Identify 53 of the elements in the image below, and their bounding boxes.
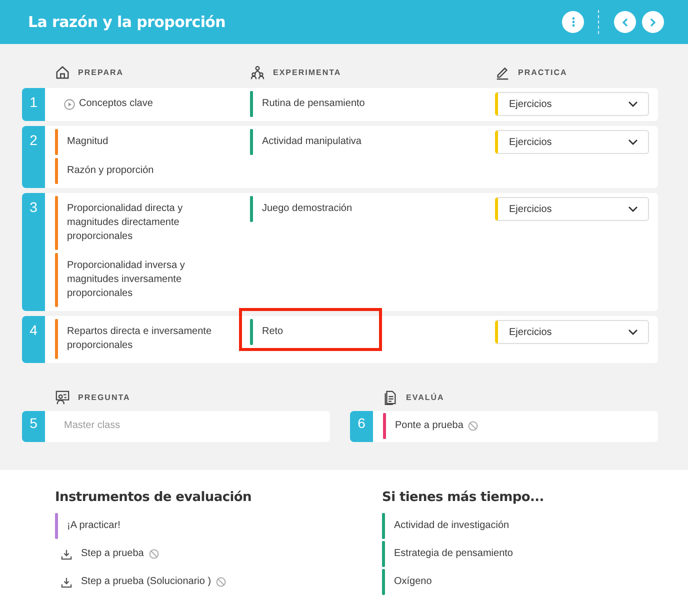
activity-link[interactable]: Step a prueba (Solucionario )	[81, 569, 212, 595]
exercise-dropdown[interactable]: Ejercicios	[495, 197, 649, 221]
people-icon	[250, 64, 265, 80]
activity-link[interactable]: Oxígeno	[385, 569, 432, 595]
play-icon	[64, 98, 75, 110]
next-button[interactable]	[642, 11, 664, 33]
chevron-down-icon	[628, 206, 638, 212]
page-title: La razón y la proporción	[28, 13, 227, 31]
previous-button[interactable]	[614, 11, 636, 33]
chevron-down-icon	[628, 139, 638, 145]
activity-link[interactable]: Proporcionalidad inversa y magnitudes inversamente proporcionales	[58, 253, 217, 307]
session-number: 5	[22, 411, 45, 442]
section-title: Instrumentos de evaluación	[55, 490, 252, 505]
more-button[interactable]	[562, 11, 584, 33]
column-heading: EVALÚA	[406, 392, 444, 402]
activity-link[interactable]: Actividad manipulativa	[253, 129, 362, 155]
pencil-icon	[495, 64, 510, 80]
activity-link[interactable]: Proporcionalidad directa y magnitudes directamente proporcionales	[58, 196, 217, 250]
activity-link[interactable]: Reto	[253, 319, 284, 345]
session-number: 6	[350, 411, 373, 442]
chevron-right-icon	[650, 18, 656, 26]
activity-link[interactable]: Magnitud	[58, 129, 108, 155]
download-icon	[61, 576, 72, 588]
activity-link[interactable]: Estrategia de pensamiento	[385, 541, 513, 567]
column-heading: PREGUNTA	[78, 392, 130, 402]
session-number: 4	[22, 316, 45, 363]
activity-link[interactable]: Actividad de investigación	[385, 513, 510, 539]
column-heading: PREPARA	[78, 68, 124, 76]
chevron-down-icon	[628, 329, 638, 335]
section-title: Si tienes más tiempo...	[382, 490, 545, 505]
column-heading: EXPERIMENTA	[273, 68, 342, 76]
exercise-dropdown[interactable]: Ejercicios	[495, 320, 649, 344]
column-heading: PRACTICA	[518, 68, 568, 76]
presenter-icon	[55, 390, 70, 404]
more-icon	[572, 17, 574, 27]
activity-link[interactable]: Step a prueba	[81, 541, 144, 567]
activity-link[interactable]: Repartos directa e inversamente proporcionales	[58, 319, 217, 359]
document-icon	[383, 390, 398, 404]
activity-link[interactable]: Razón y proporción	[58, 158, 154, 184]
chevron-left-icon	[622, 18, 628, 26]
session-number: 1	[22, 88, 45, 121]
activity-link[interactable]: Ponte a prueba	[386, 413, 464, 439]
session-number: 3	[22, 193, 45, 311]
house-icon	[55, 64, 70, 80]
activity-link[interactable]: Rutina de pensamiento	[253, 91, 365, 117]
activity-link[interactable]: ¡A practicar!	[58, 513, 120, 539]
activity-link[interactable]: Conceptos clave	[79, 91, 153, 117]
activity-link[interactable]: Juego demostración	[253, 196, 352, 222]
session-number: 2	[22, 126, 45, 188]
download-icon	[61, 548, 72, 560]
exercise-dropdown[interactable]: Ejercicios	[495, 92, 649, 116]
exercise-dropdown[interactable]: Ejercicios	[495, 130, 649, 154]
chevron-down-icon	[628, 101, 638, 107]
